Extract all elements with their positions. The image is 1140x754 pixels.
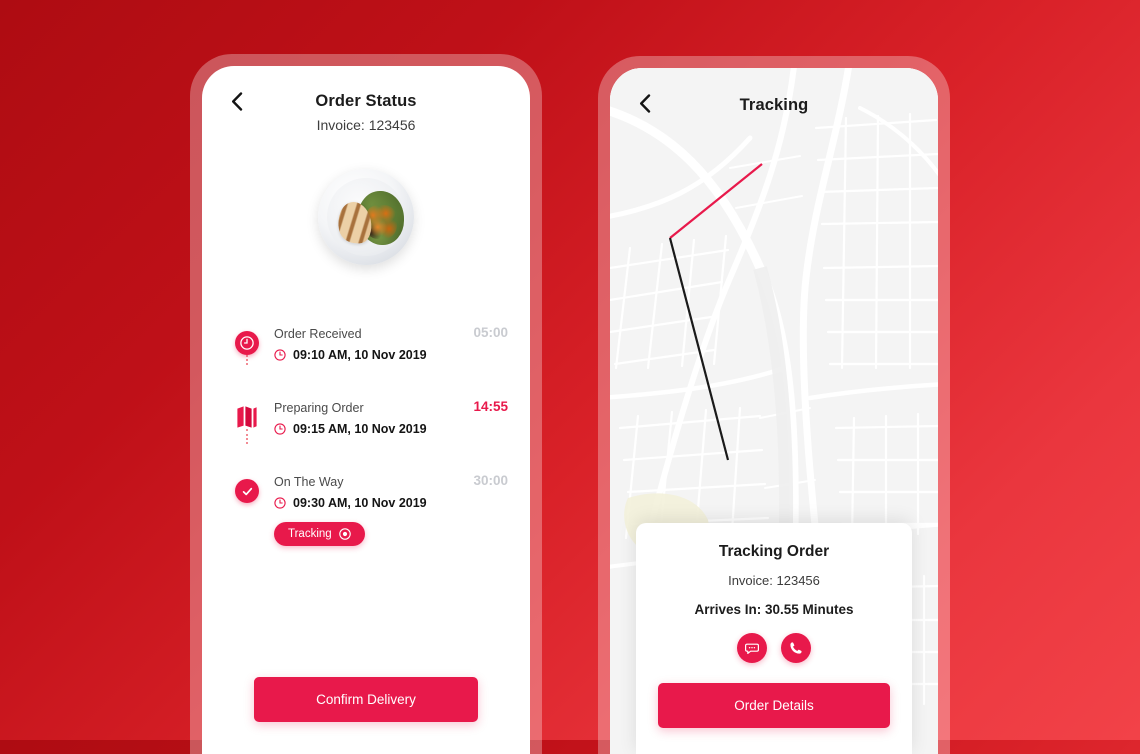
clock-outline-icon xyxy=(274,349,286,361)
timeline-duration: 05:00 xyxy=(473,325,508,340)
timeline-time-row: 09:10 AM, 10 Nov 2019 xyxy=(274,348,473,362)
check-icon xyxy=(235,479,259,503)
order-details-wrapper: Order Details xyxy=(658,683,890,728)
phone-icon xyxy=(790,642,802,654)
timeline-time-row: 09:30 AM, 10 Nov 2019 xyxy=(274,496,473,510)
tracking-pill-label: Tracking xyxy=(288,528,332,540)
tracking-header: Tracking xyxy=(610,68,938,115)
timeline-content: Preparing Order 09:15 AM, 10 Nov 2019 xyxy=(264,397,473,436)
tracking-card-title: Tracking Order xyxy=(718,543,830,560)
timeline-step: On The Way 09:30 AM, 10 Nov 2019 Trackin… xyxy=(230,471,508,567)
chevron-left-icon xyxy=(640,93,651,113)
order-details-button[interactable]: Order Details xyxy=(658,683,890,728)
tracking-card-invoice: Invoice: 123456 xyxy=(728,573,820,588)
back-button[interactable] xyxy=(224,88,250,114)
clock-outline-icon xyxy=(274,423,286,435)
target-icon xyxy=(338,528,351,540)
chat-button[interactable] xyxy=(737,633,767,663)
timeline-rail xyxy=(230,397,264,444)
timeline-step-label: Preparing Order xyxy=(274,401,364,415)
clock-glyph xyxy=(240,336,254,350)
phone-frame-tracking: Tracking Tracking Order Invoice: 123456 … xyxy=(598,56,950,754)
timeline-node xyxy=(235,479,259,503)
timeline-duration: 30:00 xyxy=(473,473,508,488)
timeline-content: On The Way 09:30 AM, 10 Nov 2019 Trackin… xyxy=(264,471,473,546)
food-image xyxy=(318,169,414,265)
clock-outline-icon xyxy=(274,497,286,509)
tracking-order-card: Tracking Order Invoice: 123456 Arrives I… xyxy=(636,523,912,754)
chevron-left-icon xyxy=(232,91,243,111)
tracking-screen: Tracking Tracking Order Invoice: 123456 … xyxy=(610,68,938,754)
tracking-card-eta: Arrives In: 30.55 Minutes xyxy=(694,602,854,617)
chat-icon xyxy=(745,643,759,654)
timeline-time-row: 09:15 AM, 10 Nov 2019 xyxy=(274,422,473,436)
timeline-step-label: On The Way xyxy=(274,475,344,489)
check-glyph xyxy=(242,487,252,495)
timeline-connector xyxy=(246,355,248,365)
page-title: Tracking xyxy=(739,96,809,114)
timeline-datetime: 09:10 AM, 10 Nov 2019 xyxy=(293,348,427,362)
timeline-datetime: 09:30 AM, 10 Nov 2019 xyxy=(293,496,427,510)
order-status-screen: Order Status Invoice: 123456 Order Recei… xyxy=(202,66,530,754)
timeline-step: Order Received 09:10 AM, 10 Nov 2019 05:… xyxy=(230,323,508,397)
call-button[interactable] xyxy=(781,633,811,663)
timeline-rail xyxy=(230,323,264,365)
timeline-duration: 14:55 xyxy=(473,399,508,414)
tracking-pill-button[interactable]: Tracking xyxy=(274,522,365,546)
confirm-delivery-wrapper: Confirm Delivery xyxy=(254,677,478,722)
confirm-delivery-button[interactable]: Confirm Delivery xyxy=(254,677,478,722)
clock-icon xyxy=(235,331,259,355)
page-title: Order Status xyxy=(315,92,417,110)
phone-frame-order-status: Order Status Invoice: 123456 Order Recei… xyxy=(190,54,542,754)
invoice-label: Invoice: 123456 xyxy=(316,117,416,133)
food-image-wrapper xyxy=(202,169,530,265)
tracking-card-actions xyxy=(658,633,890,663)
timeline-datetime: 09:15 AM, 10 Nov 2019 xyxy=(293,422,427,436)
timeline-step-label: Order Received xyxy=(274,327,362,341)
timeline-rail xyxy=(230,471,264,503)
timeline-content: Order Received 09:10 AM, 10 Nov 2019 xyxy=(264,323,473,362)
timeline-node xyxy=(235,331,259,355)
timeline-step: Preparing Order 09:15 AM, 10 Nov 2019 14… xyxy=(230,397,508,471)
back-button[interactable] xyxy=(632,90,658,116)
order-timeline: Order Received 09:10 AM, 10 Nov 2019 05:… xyxy=(202,323,530,567)
timeline-node xyxy=(236,405,258,434)
order-status-header: Order Status Invoice: 123456 xyxy=(202,66,530,133)
map-icon xyxy=(237,406,257,428)
